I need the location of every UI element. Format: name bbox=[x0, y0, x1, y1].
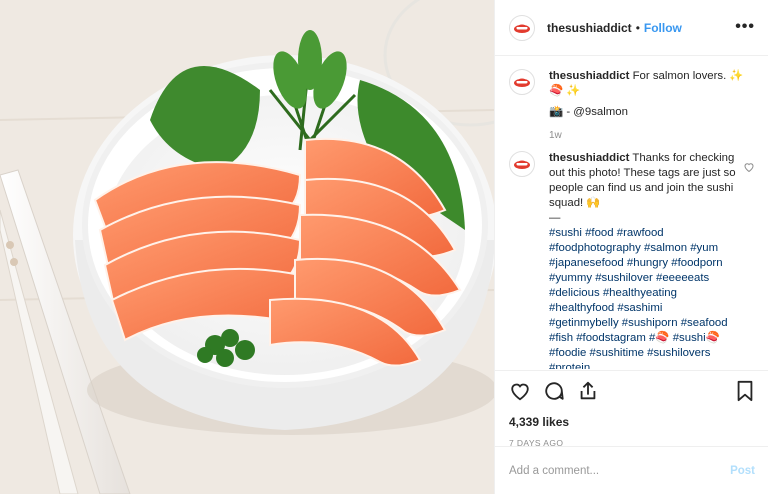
hashtag-line[interactable]: #protein bbox=[549, 361, 745, 369]
comment-input[interactable] bbox=[509, 464, 731, 477]
add-comment-bar: Post bbox=[495, 446, 768, 494]
follow-button[interactable]: Follow bbox=[644, 21, 682, 35]
post-comment-button[interactable]: Post bbox=[730, 465, 755, 477]
heart-icon[interactable] bbox=[509, 380, 531, 402]
comment-icon[interactable] bbox=[543, 380, 565, 402]
caption-comment: thesushiaddict For salmon lovers. ✨ 🍣 ✨ … bbox=[509, 69, 755, 120]
share-icon[interactable] bbox=[577, 380, 599, 402]
hashtag-line[interactable]: #healthyfood #sashimi bbox=[549, 301, 745, 316]
sushi-logo-icon bbox=[511, 71, 533, 93]
likes-count[interactable]: 4,339 likes bbox=[509, 415, 755, 429]
caption-text: thesushiaddict For salmon lovers. ✨ 🍣 ✨ … bbox=[549, 69, 749, 120]
hashtag-line[interactable]: #japanesefood #hungry #foodporn bbox=[549, 256, 745, 271]
caption-credit: 📸 - @9salmon bbox=[549, 106, 628, 118]
post-details-panel: thesushiaddict • Follow ••• thesushiaddi… bbox=[494, 0, 768, 494]
hashtag-list: #sushi #food #rawfood #foodphotography #… bbox=[549, 226, 745, 369]
hashtag-line[interactable]: #foodphotography #salmon #yum bbox=[549, 241, 745, 256]
reply-text: thesushiaddict Thanks for checking out t… bbox=[549, 151, 745, 369]
reply-username[interactable]: thesushiaddict bbox=[549, 152, 629, 164]
caption-username[interactable]: thesushiaddict bbox=[549, 70, 629, 82]
sushi-logo-icon bbox=[511, 153, 533, 175]
comments-list[interactable]: thesushiaddict For salmon lovers. ✨ 🍣 ✨ … bbox=[495, 57, 768, 369]
action-bar bbox=[509, 379, 755, 403]
separator-dot: • bbox=[635, 20, 640, 35]
avatar[interactable] bbox=[509, 151, 535, 177]
reply-divider: — bbox=[549, 212, 561, 224]
hashtag-line[interactable]: #fish #foodstagram #🍣 #sushi🍣 bbox=[549, 331, 745, 346]
hashtag-line[interactable]: #delicious #healthyeating bbox=[549, 286, 745, 301]
sushi-logo-icon bbox=[511, 16, 533, 39]
post-photo[interactable] bbox=[0, 0, 494, 494]
more-options-icon[interactable]: ••• bbox=[735, 18, 755, 36]
username-link[interactable]: thesushiaddict bbox=[547, 21, 632, 35]
hashtag-line[interactable]: #foodie #sushitime #sushilovers bbox=[549, 346, 745, 361]
bookmark-icon[interactable] bbox=[735, 380, 755, 402]
comment-like-heart-icon[interactable] bbox=[743, 161, 755, 176]
hashtag-line[interactable]: #yummy #sushilover #eeeeeats bbox=[549, 271, 745, 286]
post-header: thesushiaddict • Follow ••• bbox=[495, 0, 768, 56]
avatar[interactable] bbox=[509, 14, 535, 41]
hashtag-line[interactable]: #sushi #food #rawfood bbox=[549, 226, 745, 241]
caption-time[interactable]: 1w bbox=[549, 130, 755, 141]
reply-comment: thesushiaddict Thanks for checking out t… bbox=[509, 151, 755, 369]
hashtag-line[interactable]: #getinmybelly #sushiporn #seafood bbox=[549, 316, 745, 331]
salmon-bowl-image bbox=[0, 0, 494, 494]
avatar[interactable] bbox=[509, 69, 535, 95]
